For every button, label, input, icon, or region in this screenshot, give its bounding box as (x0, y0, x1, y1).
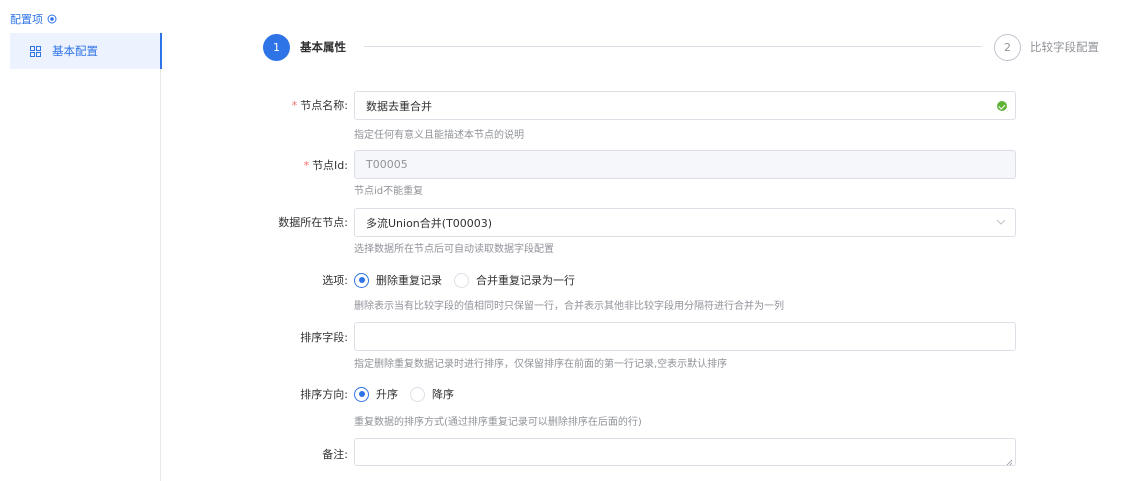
sort-field-hint: 指定删除重复数据记录时进行排序，仅保留排序在前面的第一行记录,空表示默认排序 (354, 359, 728, 370)
sort-direction-radio-group: 升序 降序 (354, 386, 466, 402)
radio-ascending[interactable]: 升序 (354, 386, 398, 402)
radio-delete-duplicates[interactable]: 删除重复记录 (354, 272, 442, 288)
source-node-label: 数据所在节点: (278, 216, 348, 229)
step-number-2: 2 (994, 33, 1021, 61)
chevron-down-icon (996, 217, 1006, 227)
sidebar-title-label: 配置项 (10, 13, 43, 26)
radio-dot (410, 386, 425, 402)
step-number-1: 1 (263, 33, 290, 61)
sort-field-input[interactable] (354, 322, 1016, 351)
step-connector (364, 46, 982, 47)
remark-label: 备注: (322, 448, 348, 461)
sidebar-divider (160, 32, 161, 481)
sort-direction-label: 排序方向: (300, 388, 348, 401)
required-mark: * (303, 158, 310, 172)
radio-dot (354, 386, 369, 402)
step-label-1: 基本属性 (300, 40, 346, 54)
sidebar-item-label: 基本配置 (52, 44, 98, 58)
node-name-hint: 指定任何有意义且能描述本节点的说明 (354, 130, 524, 141)
step-label-2: 比较字段配置 (1030, 40, 1099, 54)
node-id-hint: 节点id不能重复 (354, 186, 424, 197)
radio-merge-duplicates[interactable]: 合并重复记录为一行 (454, 272, 575, 288)
node-name-input[interactable]: 数据去重合并 (354, 91, 1016, 120)
sort-direction-hint: 重复数据的排序方式(通过排序重复记录可以删除排序在后面的行) (354, 417, 642, 428)
sort-field-label: 排序字段: (300, 331, 348, 344)
sidebar-title: 配置项 (10, 11, 57, 27)
source-node-hint: 选择数据所在节点后可自动读取数据字段配置 (354, 244, 554, 255)
radio-descending[interactable]: 降序 (410, 386, 454, 402)
radio-dot (454, 272, 469, 288)
sidebar-item-basic-config[interactable]: 基本配置 (10, 33, 160, 69)
check-circle-icon (997, 101, 1007, 111)
node-name-value: 数据去重合并 (366, 99, 432, 113)
sidebar-active-indicator (160, 33, 162, 69)
source-node-select[interactable]: 多流Union合并(T00003) (354, 208, 1016, 237)
node-id-label: * 节点Id: (303, 158, 348, 173)
node-id-input[interactable]: T00005 (354, 150, 1016, 179)
source-node-value: 多流Union合并(T00003) (366, 216, 493, 230)
options-radio-group: 删除重复记录 合并重复记录为一行 (354, 272, 587, 288)
target-icon[interactable] (47, 14, 57, 24)
required-mark: * (291, 98, 298, 112)
options-label: 选项: (322, 274, 348, 287)
step-compare-fields[interactable]: 2 比较字段配置 (994, 33, 1099, 61)
grid-icon (30, 45, 41, 57)
node-name-label: * 节点名称: (291, 98, 348, 113)
remark-textarea[interactable] (354, 438, 1016, 466)
node-id-value: T00005 (366, 158, 408, 171)
resize-handle-icon[interactable] (1006, 456, 1013, 466)
radio-dot (354, 272, 369, 288)
step-basic-properties[interactable]: 1 基本属性 (263, 33, 346, 61)
options-hint: 删除表示当有比较字段的值相同时只保留一行，合并表示其他非比较字段用分隔符进行合并… (354, 301, 784, 312)
